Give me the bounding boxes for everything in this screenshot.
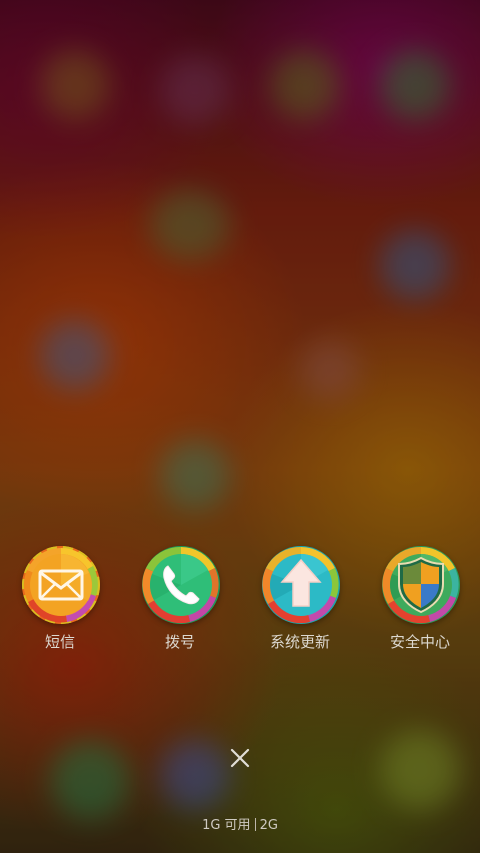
- share-screen: 短信 拨号 系统更新 安全中心 1G 可用 2G: [0, 0, 480, 853]
- storage-divider: [254, 818, 256, 831]
- shield-icon[interactable]: [382, 546, 460, 624]
- phone-icon[interactable]: [142, 546, 220, 624]
- overlay-dim: [0, 0, 480, 853]
- envelope-icon[interactable]: [22, 546, 100, 624]
- close-icon[interactable]: [222, 740, 258, 776]
- share-target-label: 系统更新: [269, 633, 330, 651]
- share-target-label: 安全中心: [389, 633, 450, 651]
- storage-available: 1G 可用: [202, 818, 251, 833]
- share-target-label: 拨号: [164, 633, 195, 651]
- share-target-security-center[interactable]: 安全中心: [360, 546, 480, 656]
- share-target-label: 短信: [44, 633, 75, 651]
- storage-total: 2G: [259, 818, 278, 833]
- storage-info: 1G 可用 2G: [0, 816, 480, 836]
- upload-arrow-icon[interactable]: [262, 546, 340, 624]
- share-target-system-update[interactable]: 系统更新: [240, 546, 360, 656]
- share-targets: 短信 拨号 系统更新 安全中心: [0, 546, 480, 656]
- close-button[interactable]: [222, 740, 258, 776]
- share-target-sms[interactable]: 短信: [0, 546, 120, 656]
- share-target-dialer[interactable]: 拨号: [120, 546, 240, 656]
